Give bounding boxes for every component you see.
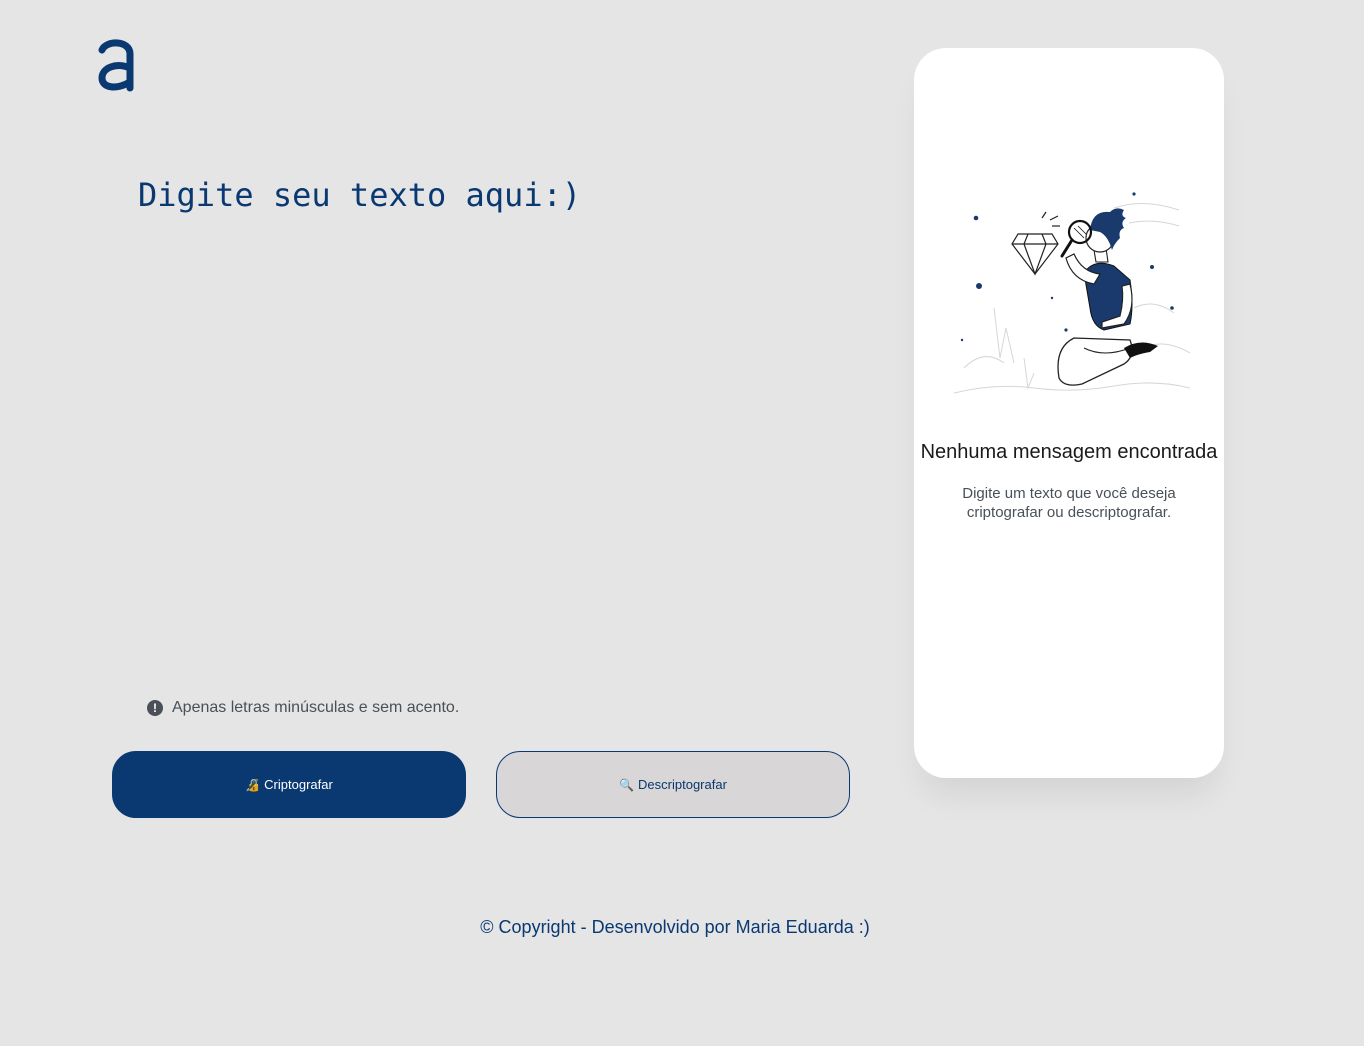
message-input[interactable]	[138, 176, 838, 656]
person-with-magnifying-glass-illustration	[954, 192, 1190, 394]
result-panel: Nenhuma mensagem encontrada Digite um te…	[914, 48, 1224, 778]
alura-logo-icon	[98, 39, 134, 92]
encrypt-button-label: Criptografar	[264, 777, 333, 792]
hint-text: Apenas letras minúsculas e sem acento.	[172, 699, 460, 716]
no-message-title: Nenhuma mensagem encontrada	[920, 441, 1218, 463]
no-message-description: Digite um texto que você deseja criptogr…	[962, 485, 1176, 521]
lock-icon: 🔏	[245, 777, 261, 792]
input-hint: ! Apenas letras minúsculas e sem acento.	[147, 699, 459, 717]
page: ! Apenas letras minúsculas e sem acento.…	[0, 0, 1364, 1046]
decrypt-button-label: Descriptografar	[638, 777, 727, 792]
exclamation-circle-icon: !	[147, 700, 163, 716]
footer-copyright: © Copyright - Desenvolvido por Maria Edu…	[480, 917, 870, 937]
decrypt-button[interactable]: 🔍 Descriptografar	[496, 751, 850, 818]
encrypt-button[interactable]: 🔏 Criptografar	[112, 751, 466, 818]
magnifier-icon: 🔍	[619, 777, 635, 792]
